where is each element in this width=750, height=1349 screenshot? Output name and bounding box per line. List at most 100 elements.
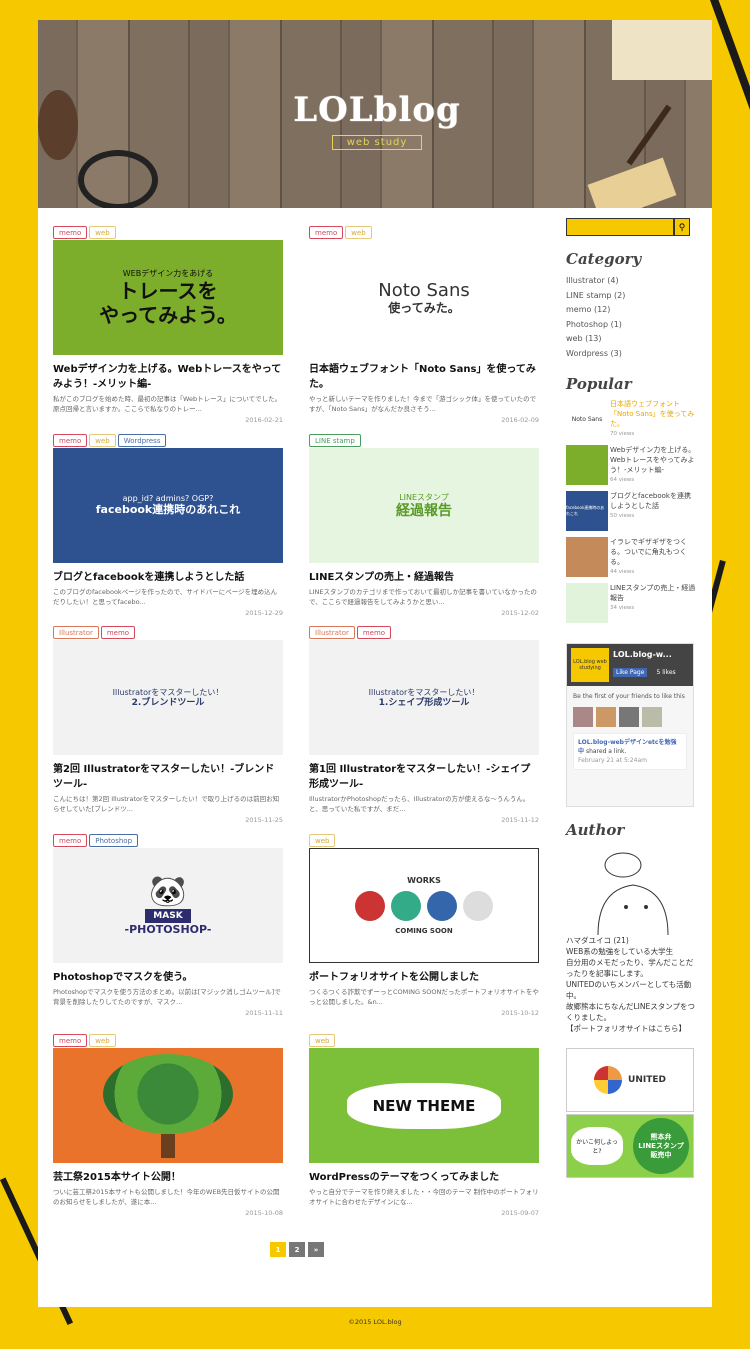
post-card[interactable]: web NEW THEME WordPressのテーマをつくってみました やっと… — [309, 1028, 539, 1217]
post-title[interactable]: Webデザイン力を上げる。Webトレースをやってみよう！-メリット編- — [53, 362, 283, 392]
post-card[interactable]: web WORKS COMING SOON ポートフォリオサイトを公開しました … — [309, 828, 539, 1017]
author-line: 故郷熊本にちなんだLINEスタンプをつくりました。 — [566, 1002, 696, 1022]
tag-link[interactable]: LINE stamp — [309, 434, 361, 447]
tag-link[interactable]: web — [89, 226, 116, 239]
category-item[interactable]: Illustrator (4) — [566, 274, 696, 289]
thumb-caption: Noto Sans — [378, 279, 470, 301]
post-card[interactable]: memo web Wordpress app_id? admins? OGP? fa… — [53, 428, 283, 617]
category-item[interactable]: memo (12) — [566, 303, 696, 318]
post-excerpt: 私がこのブログを始めた時、最初の記事は「Webトレース」についてでした。原点回帰… — [53, 395, 282, 413]
tag-link[interactable]: web — [345, 226, 372, 239]
post-card[interactable]: Illustrator memo Illustratorをマスターしたい！ 2.ブ… — [53, 620, 283, 824]
thumb-title: COMING SOON — [395, 927, 453, 935]
post-thumbnail[interactable]: Noto Sans 使ってみた。 — [309, 240, 539, 355]
popular-title: Popular — [566, 375, 632, 393]
post-thumbnail[interactable]: 🐼 MASK -PHOTOSHOP- — [53, 848, 283, 963]
fb-page-name[interactable]: LOL.blog-w... — [613, 650, 676, 659]
post-title[interactable]: 芸工祭2015本サイト公開！ — [53, 1170, 283, 1185]
category-item[interactable]: Wordpress (3) — [566, 347, 696, 362]
post-title[interactable]: ブログとfacebookを連携しようとした話 — [53, 570, 283, 585]
fb-like-button[interactable]: Like Page — [613, 668, 648, 677]
post-title[interactable]: LINEスタンプの売上・経過報告 — [309, 570, 539, 585]
tag-link[interactable]: web — [89, 1034, 116, 1047]
tag-link[interactable]: Wordpress — [117, 434, 167, 447]
post-title[interactable]: Photoshopでマスクを使う。 — [53, 970, 283, 985]
post-thumbnail[interactable]: Illustratorをマスターしたい！ 1.シェイプ形成ツール — [309, 640, 539, 755]
united-banner[interactable]: UNITED — [566, 1048, 694, 1112]
post-thumbnail[interactable]: Illustratorをマスターしたい！ 2.ブレンドツール — [53, 640, 283, 755]
tag-link[interactable]: web — [89, 434, 116, 447]
tag-link[interactable]: memo — [53, 1034, 88, 1047]
post-tags: Illustrator memo — [309, 620, 539, 639]
popular-item-title: 日本語ウェブフォント「Noto Sans」を使ってみた。 — [610, 400, 695, 428]
tag-link[interactable]: web — [309, 834, 336, 847]
thumb-circles — [355, 891, 493, 921]
thumb-title: 2.ブレンドツール — [131, 697, 205, 708]
tag-link[interactable]: memo — [100, 626, 136, 639]
post-date: 2016-02-21 — [245, 416, 283, 424]
popular-item[interactable]: イラレでギザギザをつくる。ついでに角丸もつくる。 44 views — [566, 537, 696, 581]
search-input[interactable] — [566, 218, 674, 236]
footer-copyright: ©2015 LOL.blog — [348, 1318, 402, 1326]
post-date: 2015-11-12 — [501, 816, 539, 824]
next-page-button[interactable]: » — [308, 1242, 324, 1257]
popular-item[interactable]: Webデザイン力を上げる。Webトレースをやってみよう！-メリット編- 64 vi… — [566, 445, 696, 489]
page-2-button[interactable]: 2 — [289, 1242, 305, 1257]
post-card[interactable]: memo web Noto Sans 使ってみた。 日本語ウェブフォント「Noto… — [309, 220, 539, 424]
post-excerpt: つくるつくる詐欺でずーっとCOMING SOONだったポートフォリオサイトをやっ… — [309, 988, 539, 1006]
logo-subtitle: web study — [331, 135, 423, 150]
category-item[interactable]: Photoshop (1) — [566, 318, 696, 333]
popular-item-views: 44 views — [610, 569, 635, 575]
tag-link[interactable]: memo — [53, 226, 88, 239]
facebook-widget: LOL.blog web studying LOL.blog-w... Like… — [566, 643, 694, 807]
post-tags: web — [309, 828, 539, 847]
post-thumbnail[interactable]: LINEスタンプ 経過報告 — [309, 448, 539, 563]
popular-item[interactable]: Noto Sans 日本語ウェブフォント「Noto Sans」を使ってみた。 70… — [566, 399, 696, 443]
thumb-title: facebook連携時のあれこれ — [95, 503, 241, 517]
post-card[interactable]: Illustrator memo Illustratorをマスターしたい！ 1.シ… — [309, 620, 539, 824]
category-title: Category — [566, 250, 642, 268]
post-title[interactable]: ポートフォリオサイトを公開しました — [309, 970, 539, 985]
popular-item[interactable]: facebook連携時のあれこれ ブログとfacebookを連携しようとした話 5… — [566, 491, 696, 535]
tag-link[interactable]: Illustrator — [53, 626, 99, 639]
post-thumbnail[interactable]: app_id? admins? OGP? facebook連携時のあれこれ — [53, 448, 283, 563]
tag-link[interactable]: web — [309, 1034, 336, 1047]
portfolio-link[interactable]: 【ポートフォリオサイトはこちら】 — [566, 1023, 696, 1034]
post-card[interactable]: memo web WEBデザイン力をあげる トレースを やってみよう。 Webデザ… — [53, 220, 283, 424]
post-title[interactable]: 日本語ウェブフォント「Noto Sans」を使ってみた。 — [309, 362, 539, 392]
post-thumbnail[interactable]: WEBデザイン力をあげる トレースを やってみよう。 — [53, 240, 283, 355]
post-date: 2016-02-09 — [501, 416, 539, 424]
tag-link[interactable]: Illustrator — [309, 626, 355, 639]
fb-post[interactable]: LOL.blog-webデザインetcを勉強中 shared a link. F… — [573, 733, 687, 770]
site-header: LOLblog web study — [38, 20, 712, 208]
tag-link[interactable]: memo — [53, 834, 88, 847]
post-card[interactable]: LINE stamp LINEスタンプ 経過報告 LINEスタンプの売上・経過報… — [309, 428, 539, 617]
post-card[interactable]: memo web 芸工祭2015本サイト公開！ ついに芸工祭2015本サイトも公開… — [53, 1028, 283, 1217]
search-button[interactable]: ⚲ — [674, 218, 690, 236]
post-title[interactable]: 第1回 Illustratorをマスターしたい！-シェイプ形成ツール- — [309, 762, 539, 792]
category-item[interactable]: LINE stamp (2) — [566, 289, 696, 304]
post-thumbnail[interactable]: WORKS COMING SOON — [309, 848, 539, 963]
tag-link[interactable]: Photoshop — [89, 834, 139, 847]
site-logo[interactable]: LOLblog web study — [282, 90, 472, 160]
tag-link[interactable]: memo — [309, 226, 344, 239]
line-stamp-banner[interactable]: かいこ何しよっと? 熊本弁 LINEスタンプ 販売中 — [566, 1114, 694, 1178]
author-line: ハマダユイコ (21) — [566, 936, 629, 945]
tag-link[interactable]: memo — [356, 626, 392, 639]
post-title[interactable]: 第2回 Illustratorをマスターしたい！-ブレンドツール- — [53, 762, 283, 792]
tag-link[interactable]: memo — [53, 434, 88, 447]
post-date: 2015-10-08 — [245, 1209, 283, 1217]
category-item[interactable]: web (13) — [566, 332, 696, 347]
popular-thumb — [566, 445, 608, 485]
panda-icon: 🐼 — [149, 874, 187, 909]
post-title[interactable]: WordPressのテーマをつくってみました — [309, 1170, 539, 1185]
sidebar: ⚲ Category Illustrator (4) LINE stamp (2… — [566, 218, 696, 1178]
author-line: 自分用のメモだったり、学んだことだったりを記事にします。 — [566, 958, 694, 978]
post-excerpt: こんにちは！第2回 Illustratorをマスターしたい！で取り上げるのは前回… — [53, 795, 280, 813]
page-1-button[interactable]: 1 — [270, 1242, 286, 1257]
popular-item[interactable]: LINEスタンプの売上・経過報告 34 views — [566, 583, 696, 627]
post-thumbnail[interactable] — [53, 1048, 283, 1163]
author-avatar — [578, 845, 678, 936]
post-thumbnail[interactable]: NEW THEME — [309, 1048, 539, 1163]
post-card[interactable]: memo Photoshop 🐼 MASK -PHOTOSHOP- Photosh… — [53, 828, 283, 1017]
